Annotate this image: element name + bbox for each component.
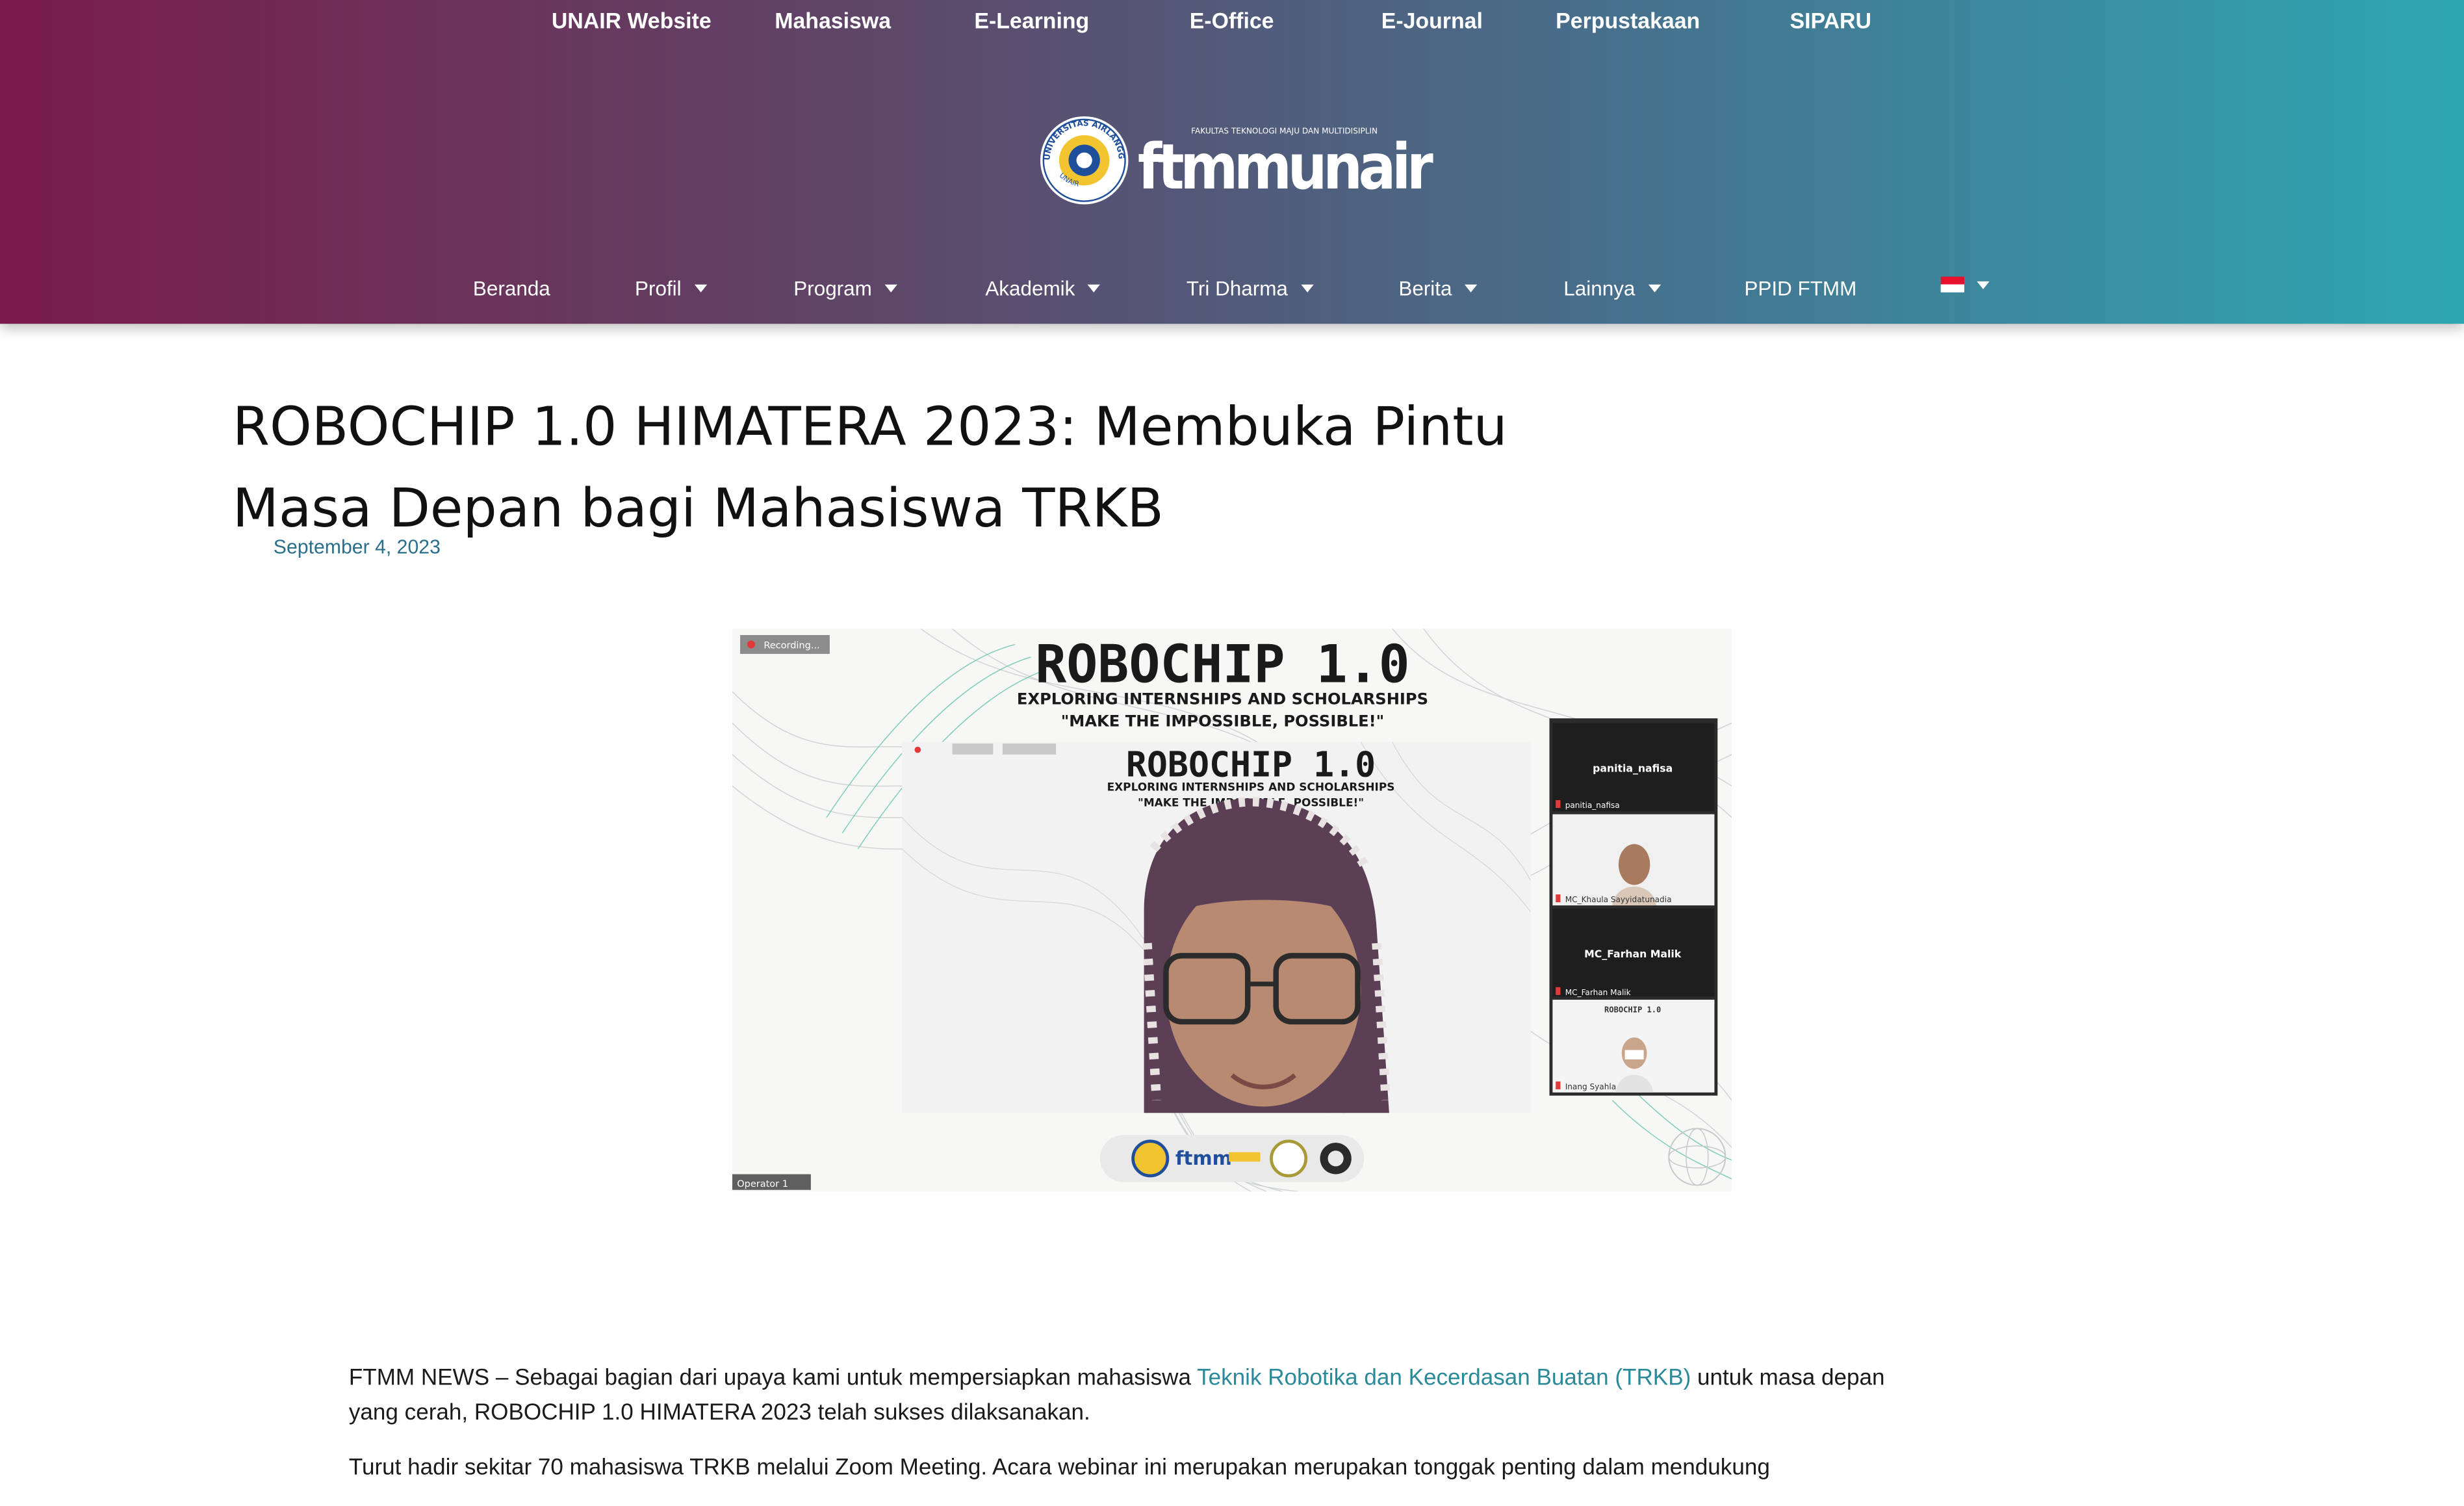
svg-text:ROBOCHIP 1.0: ROBOCHIP 1.0 [1604, 1005, 1661, 1014]
nav-profil[interactable]: Profil [635, 277, 707, 300]
svg-text:Inang Syahla: Inang Syahla [1565, 1082, 1616, 1091]
article-body: FTMM NEWS – Sebagai bagian dari upaya ka… [349, 1361, 1905, 1505]
muted-mic-icon [1556, 987, 1561, 995]
banner-title: ROBOCHIP 1.0 [1035, 634, 1410, 695]
topnav-e-office[interactable]: E-Office [1190, 8, 1274, 33]
chevron-down-icon [694, 284, 707, 292]
nav-tri-dharma[interactable]: Tri Dharma [1187, 277, 1313, 300]
topnav-e-journal[interactable]: E-Journal [1381, 8, 1483, 33]
svg-text:EXPLORING INTERNSHIPS AND SCHO: EXPLORING INTERNSHIPS AND SCHOLARSHIPS [1107, 780, 1395, 793]
chevron-down-icon [1464, 284, 1478, 292]
muted-mic-icon [1556, 799, 1561, 809]
participant-panel: panitia_nafisa panitia_nafisa MC_Khaula … [1549, 718, 1718, 1096]
nav-ppid-ftmm[interactable]: PPID FTMM [1744, 277, 1856, 300]
article-featured-image: Recording... ROBOCHIP 1.0 EXPLORING INTE… [732, 629, 1732, 1192]
svg-text:MC_Farhan Malik: MC_Farhan Malik [1584, 948, 1682, 960]
zoom-meeting-screenshot: Recording... ROBOCHIP 1.0 EXPLORING INTE… [732, 629, 1732, 1192]
chevron-down-icon [1977, 280, 1990, 289]
svg-text:MC_Farhan Malik: MC_Farhan Malik [1565, 988, 1631, 997]
article-paragraph: Turut hadir sekitar 70 mahasiswa TRKB me… [348, 1455, 1770, 1481]
svg-text:MC_Khaula Sayyidatunadia: MC_Khaula Sayyidatunadia [1565, 895, 1672, 904]
svg-text:panitia_nafisa: panitia_nafisa [1565, 801, 1620, 810]
muted-mic-icon [1556, 894, 1561, 903]
sponsor-logos-strip: ftmm [1099, 1135, 1365, 1182]
muted-mic-icon [1556, 1081, 1561, 1089]
svg-text:ftmm: ftmm [1175, 1147, 1232, 1169]
indonesia-flag-icon [1940, 276, 1964, 292]
speaker-name: Operator 1 [737, 1179, 788, 1189]
topnav-perpustakaan[interactable]: Perpustakaan [1556, 8, 1700, 33]
nav-program[interactable]: Program [793, 277, 897, 300]
article-date[interactable]: September 4, 2023 [274, 536, 441, 558]
svg-text:ROBOCHIP 1.0: ROBOCHIP 1.0 [1126, 745, 1376, 785]
svg-text:panitia_nafisa: panitia_nafisa [1593, 762, 1673, 774]
logo-wordmark: ftmmunair [1138, 130, 1433, 203]
chevron-down-icon [1300, 284, 1313, 292]
topnav-unair-website[interactable]: UNAIR Website [552, 8, 712, 33]
trkb-program-link[interactable]: Teknik Robotika dan Kecerdasan Buatan (T… [1197, 1366, 1691, 1392]
language-switcher[interactable] [1940, 276, 1990, 292]
nav-beranda[interactable]: Beranda [473, 277, 550, 300]
banner-tagline: "MAKE THE IMPOSSIBLE, POSSIBLE!" [1061, 712, 1385, 730]
article-paragraph: FTMM NEWS – Sebagai bagian dari upaya ka… [348, 1366, 1885, 1426]
ftmm-unair-logo[interactable]: UNIVERSITAS AIRLANGGA UNAIR FAKULTAS TEK… [1037, 113, 1433, 207]
article-title: ROBOCHIP 1.0 HIMATERA 2023: Membuka Pint… [232, 396, 1508, 541]
topnav-mahasiswa[interactable]: Mahasiswa [775, 8, 891, 33]
nav-lainnya[interactable]: Lainnya [1563, 277, 1661, 300]
topnav-e-learning[interactable]: E-Learning [974, 8, 1089, 33]
chevron-down-icon [1087, 284, 1101, 292]
topnav-siparu[interactable]: SIPARU [1790, 8, 1871, 33]
chevron-down-icon [1647, 284, 1661, 292]
nav-berita[interactable]: Berita [1398, 277, 1478, 300]
recording-dot-icon [747, 640, 756, 649]
recording-label: Recording... [764, 641, 819, 651]
site-header: UNAIR Website Mahasiswa E-Learning E-Off… [0, 0, 2464, 324]
nav-akademik[interactable]: Akademik [985, 277, 1101, 300]
chevron-down-icon [884, 284, 897, 292]
banner-subtitle: EXPLORING INTERNSHIPS AND SCHOLARSHIPS [1017, 690, 1428, 708]
